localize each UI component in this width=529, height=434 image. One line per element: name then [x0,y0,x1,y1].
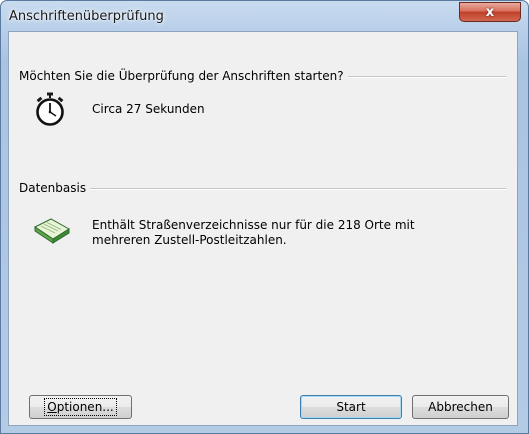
data-basis-line-1: Enthält Straßenverzeichnisse nur für die… [92,218,415,232]
start-label: Start [336,400,366,414]
dialog-client-area: Möchten Sie die Überprüfung der Anschrif… [8,31,518,426]
options-button-focus: Optionen... [44,398,117,416]
close-icon: x [485,4,495,20]
stopwatch-icon [36,92,64,126]
options-button[interactable]: Optionen... [29,395,132,419]
cancel-button[interactable]: Abbrechen [412,395,509,419]
data-basis-heading: Datenbasis [19,181,91,195]
duration-text: Circa 27 Sekunden [92,102,205,116]
open-book-icon [34,218,70,244]
start-question-heading: Möchten Sie die Überprüfung der Anschrif… [19,69,348,83]
window-title: Anschriftenüberprüfung [9,9,164,24]
data-basis-line-2: mehreren Zustell-Postleitzahlen. [92,233,287,247]
cancel-label: Abbrechen [428,400,493,414]
options-label: ptionen... [56,400,114,414]
close-button[interactable]: x [459,2,521,22]
section-divider-data [19,188,506,190]
start-button[interactable]: Start [300,395,402,419]
dialog-window: Anschriftenüberprüfung x Möchten Sie die… [0,0,529,434]
options-mnemonic: O [47,400,57,414]
title-bar[interactable]: Anschriftenüberprüfung x [1,1,528,31]
